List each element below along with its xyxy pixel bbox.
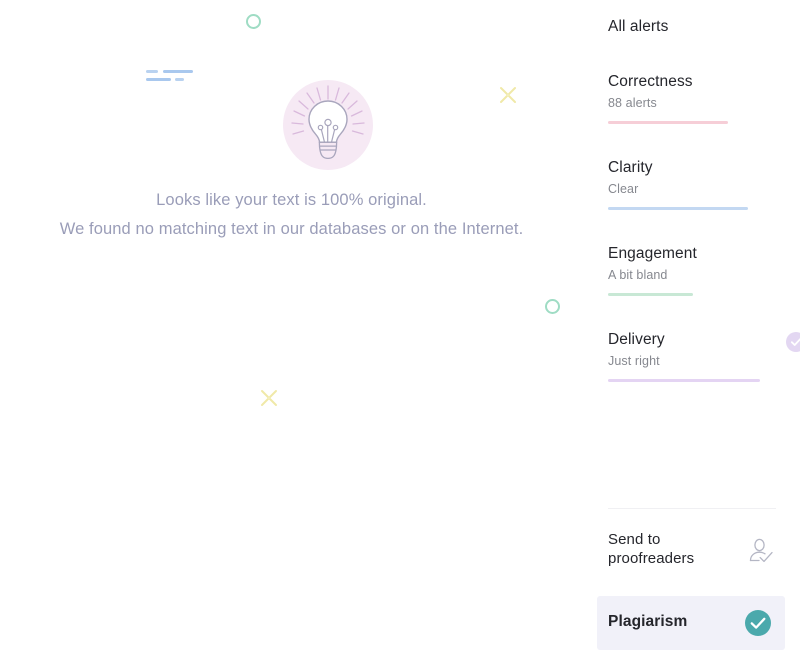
person-check-icon — [746, 536, 776, 566]
metric-status: Clear — [608, 182, 639, 196]
metric-bar — [608, 379, 760, 382]
metric-status: 88 alerts — [608, 96, 657, 110]
metric-name: Clarity — [608, 159, 653, 176]
alerts-sidebar: All alerts Correctness 88 alerts Clarity… — [583, 0, 800, 656]
metric-bar — [608, 121, 728, 124]
metric-bar — [608, 207, 748, 210]
circle-outline-icon — [545, 299, 560, 314]
lightbulb-icon — [291, 85, 365, 160]
text-lines-icon — [146, 70, 194, 84]
proofreaders-label-line1: Send to — [608, 531, 661, 548]
metric-delivery[interactable]: Delivery Just right — [608, 330, 800, 382]
sparkle-icon — [498, 85, 518, 105]
plagiarism-checker-screen: Looks like your text is 100% original. W… — [0, 0, 800, 656]
lightbulb-illustration — [283, 80, 373, 170]
proofreaders-label-line2: proofreaders — [608, 550, 695, 567]
sidebar-title: All alerts — [608, 18, 669, 35]
metric-name: Correctness — [608, 73, 693, 90]
check-circle-filled-icon — [744, 609, 772, 637]
metric-engagement[interactable]: Engagement A bit bland — [608, 244, 778, 296]
circle-outline-icon — [246, 14, 261, 29]
metric-bar — [608, 293, 693, 296]
plagiarism-row[interactable]: Plagiarism — [597, 596, 785, 650]
sidebar-divider — [608, 508, 776, 509]
metric-name: Engagement — [608, 245, 697, 262]
metric-name: Delivery — [608, 331, 665, 348]
metric-clarity[interactable]: Clarity Clear — [608, 158, 778, 210]
main-content-area: Looks like your text is 100% original. W… — [0, 0, 583, 656]
result-message: Looks like your text is 100% original. W… — [0, 186, 583, 244]
metric-status: Just right — [608, 354, 660, 368]
sparkle-icon — [259, 388, 279, 408]
metric-correctness[interactable]: Correctness 88 alerts — [608, 72, 778, 124]
result-subline: We found no matching text in our databas… — [59, 220, 524, 238]
metric-status: A bit bland — [608, 268, 668, 282]
result-headline: Looks like your text is 100% original. — [156, 191, 427, 209]
plagiarism-label: Plagiarism — [608, 613, 688, 630]
send-to-proofreaders-button[interactable]: Send to proofreaders — [608, 530, 776, 576]
check-circle-icon — [786, 332, 800, 352]
proofreaders-label: Send to proofreaders — [608, 530, 718, 568]
